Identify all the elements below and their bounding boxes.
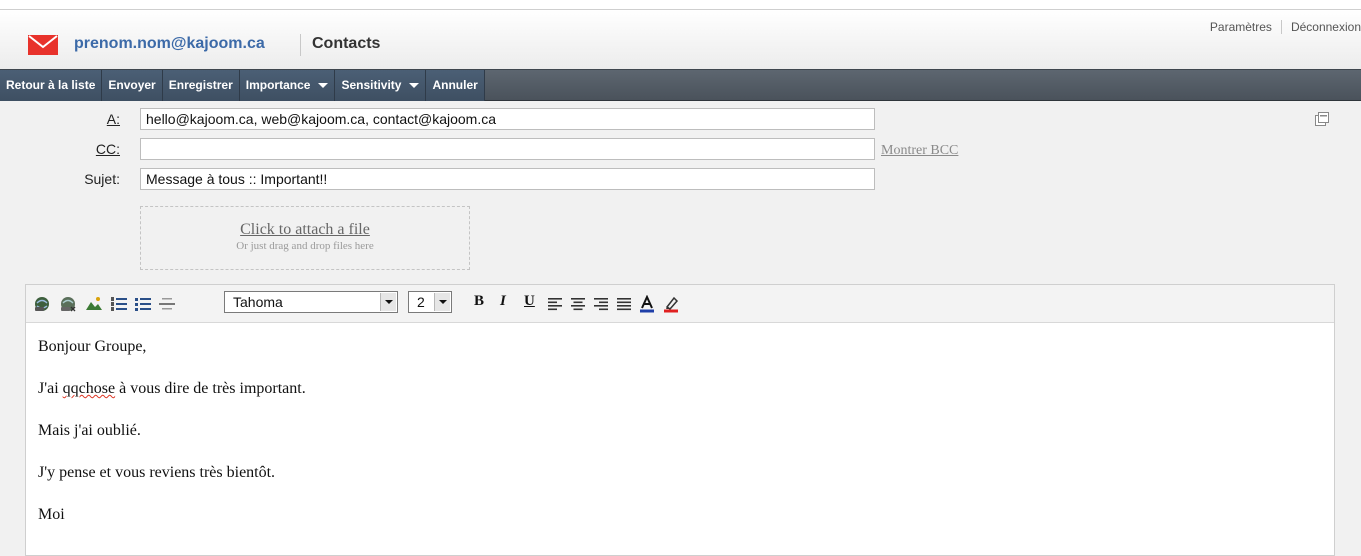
align-center-icon[interactable]: [569, 295, 587, 313]
caret-down-icon: [318, 83, 329, 89]
account-email[interactable]: prenom.nom@kajoom.ca: [74, 35, 265, 53]
caret-down-icon: [409, 83, 420, 89]
back-to-list-button[interactable]: Retour à la liste: [0, 70, 103, 101]
save-button[interactable]: Enregistrer: [163, 70, 240, 101]
ordered-list-icon[interactable]: [110, 295, 128, 313]
italic-button[interactable]: I: [500, 293, 506, 310]
align-right-icon[interactable]: [592, 295, 610, 313]
misspelled-word[interactable]: qqchose: [63, 380, 115, 397]
attachment-dropzone[interactable]: Click to attach a file Or just drag and …: [140, 206, 470, 270]
underline-button[interactable]: U: [524, 293, 535, 310]
message-body[interactable]: Bonjour Groupe, J'ai qqchose à vous dire…: [38, 337, 306, 547]
rich-text-editor: Tahoma 2 B I U Bonjour Groupe, J'ai qqch…: [25, 284, 1335, 556]
body-line: J'ai qqchose à vous dire de très importa…: [38, 379, 306, 399]
cancel-button[interactable]: Annuler: [426, 70, 485, 101]
align-left-icon[interactable]: [546, 295, 564, 313]
align-justify-icon[interactable]: [615, 295, 633, 313]
cc-label[interactable]: CC:: [0, 141, 120, 157]
header-divider: [300, 34, 301, 56]
body-text-segment: J'ai: [38, 380, 63, 397]
text-color-icon[interactable]: [638, 295, 656, 313]
bullet-list-icon[interactable]: [134, 295, 152, 313]
show-bcc-link[interactable]: Montrer BCC: [881, 143, 958, 159]
compose-toolbar: Retour à la liste Envoyer Enregistrer Im…: [0, 69, 1361, 101]
to-label[interactable]: A:: [0, 111, 120, 127]
to-field[interactable]: hello@kajoom.ca, web@kajoom.ca, contact@…: [140, 108, 875, 130]
attach-hint: Or just drag and drop files here: [236, 240, 374, 252]
compose-form: A: hello@kajoom.ca, web@kajoom.ca, conta…: [0, 101, 1361, 556]
send-button[interactable]: Envoyer: [102, 70, 163, 101]
top-links-divider: [1280, 20, 1282, 34]
top-links: Paramètres Déconnexion: [1210, 20, 1361, 34]
header: prenom.nom@kajoom.ca Contacts Paramètres…: [0, 10, 1361, 69]
editor-toolbar: Tahoma 2 B I U: [26, 285, 1334, 323]
font-family-value: Tahoma: [233, 294, 283, 310]
logout-link[interactable]: Déconnexion: [1291, 20, 1361, 34]
font-family-select[interactable]: Tahoma: [224, 291, 398, 313]
image-icon[interactable]: [85, 295, 103, 313]
toolbar-buttons: Retour à la liste Envoyer Enregistrer Im…: [0, 70, 485, 101]
subject-field[interactable]: Message à tous :: Important!!: [140, 168, 875, 190]
chevron-down-icon: [380, 293, 396, 311]
settings-link[interactable]: Paramètres: [1210, 20, 1272, 34]
cc-field[interactable]: [140, 138, 875, 160]
body-line: J'y pense et vous reviens très bientôt.: [38, 464, 276, 481]
body-text-segment: à vous dire de très important.: [115, 380, 306, 397]
unlink-icon[interactable]: [59, 295, 77, 313]
font-size-select[interactable]: 2: [408, 291, 452, 313]
horizontal-rule-icon[interactable]: [158, 295, 176, 313]
sensitivity-dropdown[interactable]: Sensitivity: [335, 70, 427, 101]
back-to-list-label: Retour à la liste: [6, 78, 96, 92]
importance-label: Importance: [245, 78, 311, 92]
font-size-value: 2: [417, 294, 425, 310]
send-label: Envoyer: [108, 78, 156, 92]
save-label: Enregistrer: [168, 78, 233, 92]
subject-label: Sujet:: [84, 171, 120, 187]
cancel-label: Annuler: [432, 78, 478, 92]
highlight-color-icon[interactable]: [662, 295, 680, 313]
section-title[interactable]: Contacts: [312, 35, 380, 53]
expand-window-icon[interactable]: [1314, 111, 1330, 127]
body-line: Bonjour Groupe,: [38, 338, 147, 355]
envelope-icon: [28, 35, 58, 55]
bold-button[interactable]: B: [474, 293, 484, 310]
sensitivity-label: Sensitivity: [341, 78, 402, 92]
importance-dropdown[interactable]: Importance: [240, 70, 336, 101]
body-line: Moi: [38, 506, 65, 523]
attach-file-link[interactable]: Click to attach a file: [141, 221, 469, 239]
body-line: Mais j'ai oublié.: [38, 422, 141, 439]
chevron-down-icon: [434, 293, 450, 311]
link-icon[interactable]: [33, 295, 51, 313]
